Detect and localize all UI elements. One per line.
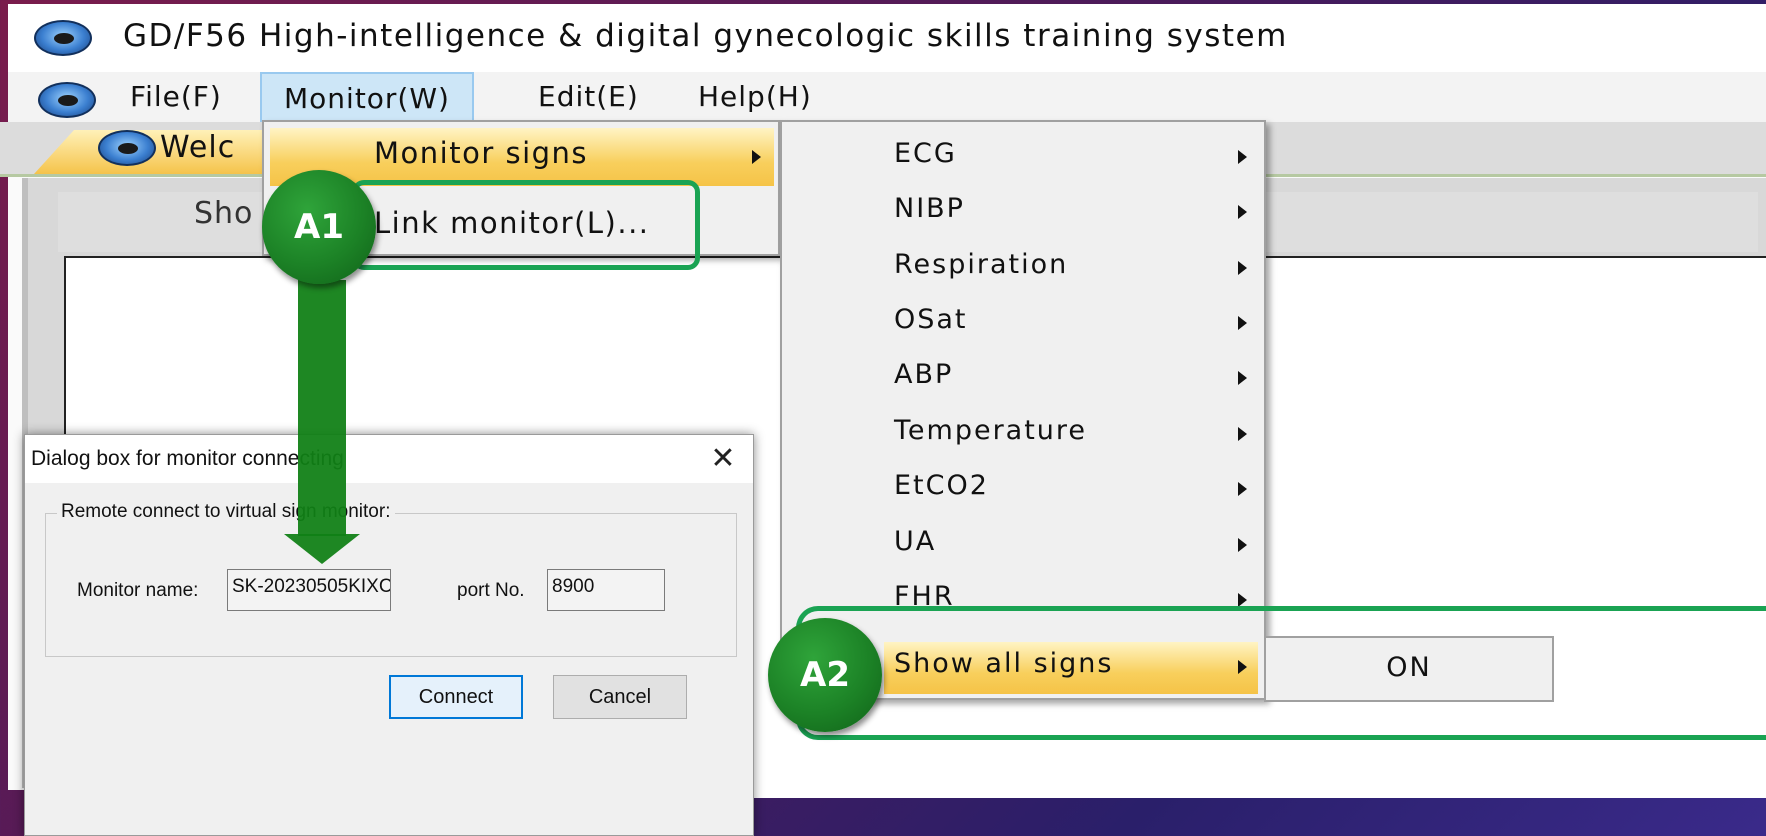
submenu-arrow-icon — [1238, 205, 1247, 219]
submenu-item-abp[interactable]: ABP — [782, 353, 1264, 403]
submenu-item-temperature[interactable]: Temperature — [782, 409, 1264, 459]
tab-welcome-label: Welc — [160, 130, 236, 165]
ecg-label: ECG — [894, 138, 957, 169]
submenu-item-nibp[interactable]: NIBP — [782, 187, 1264, 237]
submenu-arrow-icon — [1238, 261, 1247, 275]
annotation-arrow-head — [284, 534, 360, 564]
submenu-item-etco2[interactable]: EtCO2 — [782, 464, 1264, 514]
connect-button[interactable]: Connect — [389, 675, 523, 719]
submenu-arrow-icon — [1238, 371, 1247, 385]
submenu-item-respiration[interactable]: Respiration — [782, 243, 1264, 293]
abp-label: ABP — [894, 359, 954, 390]
callout-link-monitor-box — [352, 180, 700, 270]
temperature-label: Temperature — [894, 415, 1088, 446]
nibp-label: NIBP — [894, 193, 965, 224]
osat-label: OSat — [894, 304, 968, 335]
menu-bar: File(F) Monitor(W) Edit(E) Help(H) — [8, 72, 1766, 126]
annotation-arrow-shaft — [298, 280, 346, 536]
submenu-arrow-icon — [1238, 593, 1247, 607]
submenu-arrow-icon — [1238, 427, 1247, 441]
window-title: GD/F56 High-intelligence & digital gynec… — [123, 18, 1288, 54]
submenu-arrow-icon — [1238, 482, 1247, 496]
submenu-arrow-icon — [1238, 150, 1247, 164]
submenu-arrow-icon — [752, 150, 761, 164]
annotation-badge-a1: A1 — [262, 170, 376, 284]
respiration-label: Respiration — [894, 249, 1069, 280]
panel-header-label: Sho — [194, 196, 254, 231]
close-icon[interactable]: ✕ — [705, 441, 741, 477]
port-label: port No. — [457, 580, 525, 601]
app-logo-icon — [34, 20, 92, 56]
menu-monitor[interactable]: Monitor(W) — [260, 72, 474, 126]
port-input[interactable]: 8900 — [547, 569, 665, 611]
submenu-arrow-icon — [1238, 316, 1247, 330]
tab-logo-icon — [98, 130, 156, 166]
system-menu-icon[interactable] — [38, 82, 96, 118]
etco2-label: EtCO2 — [894, 470, 989, 501]
monitor-name-label: Monitor name: — [77, 580, 199, 601]
menu-file[interactable]: File(F) — [130, 72, 222, 122]
menu-edit[interactable]: Edit(E) — [538, 72, 639, 122]
menu-help[interactable]: Help(H) — [698, 72, 812, 122]
monitor-connect-dialog: Dialog box for monitor connecting ✕ Remo… — [24, 434, 754, 836]
monitor-signs-label: Monitor signs — [374, 136, 589, 170]
monitor-name-input[interactable]: SK-20230505KIXC — [227, 569, 391, 611]
callout-show-all-box — [796, 606, 1766, 740]
annotation-badge-a2: A2 — [768, 618, 882, 732]
dialog-title: Dialog box for monitor connecting — [31, 447, 344, 470]
submenu-item-osat[interactable]: OSat — [782, 298, 1264, 348]
submenu-item-ua[interactable]: UA — [782, 520, 1264, 570]
submenu-item-ecg[interactable]: ECG — [782, 132, 1264, 182]
submenu-arrow-icon — [1238, 538, 1247, 552]
title-bar: GD/F56 High-intelligence & digital gynec… — [8, 4, 1766, 72]
dialog-title-bar: Dialog box for monitor connecting ✕ — [25, 435, 753, 483]
ua-label: UA — [894, 526, 937, 557]
cancel-button[interactable]: Cancel — [553, 675, 687, 719]
